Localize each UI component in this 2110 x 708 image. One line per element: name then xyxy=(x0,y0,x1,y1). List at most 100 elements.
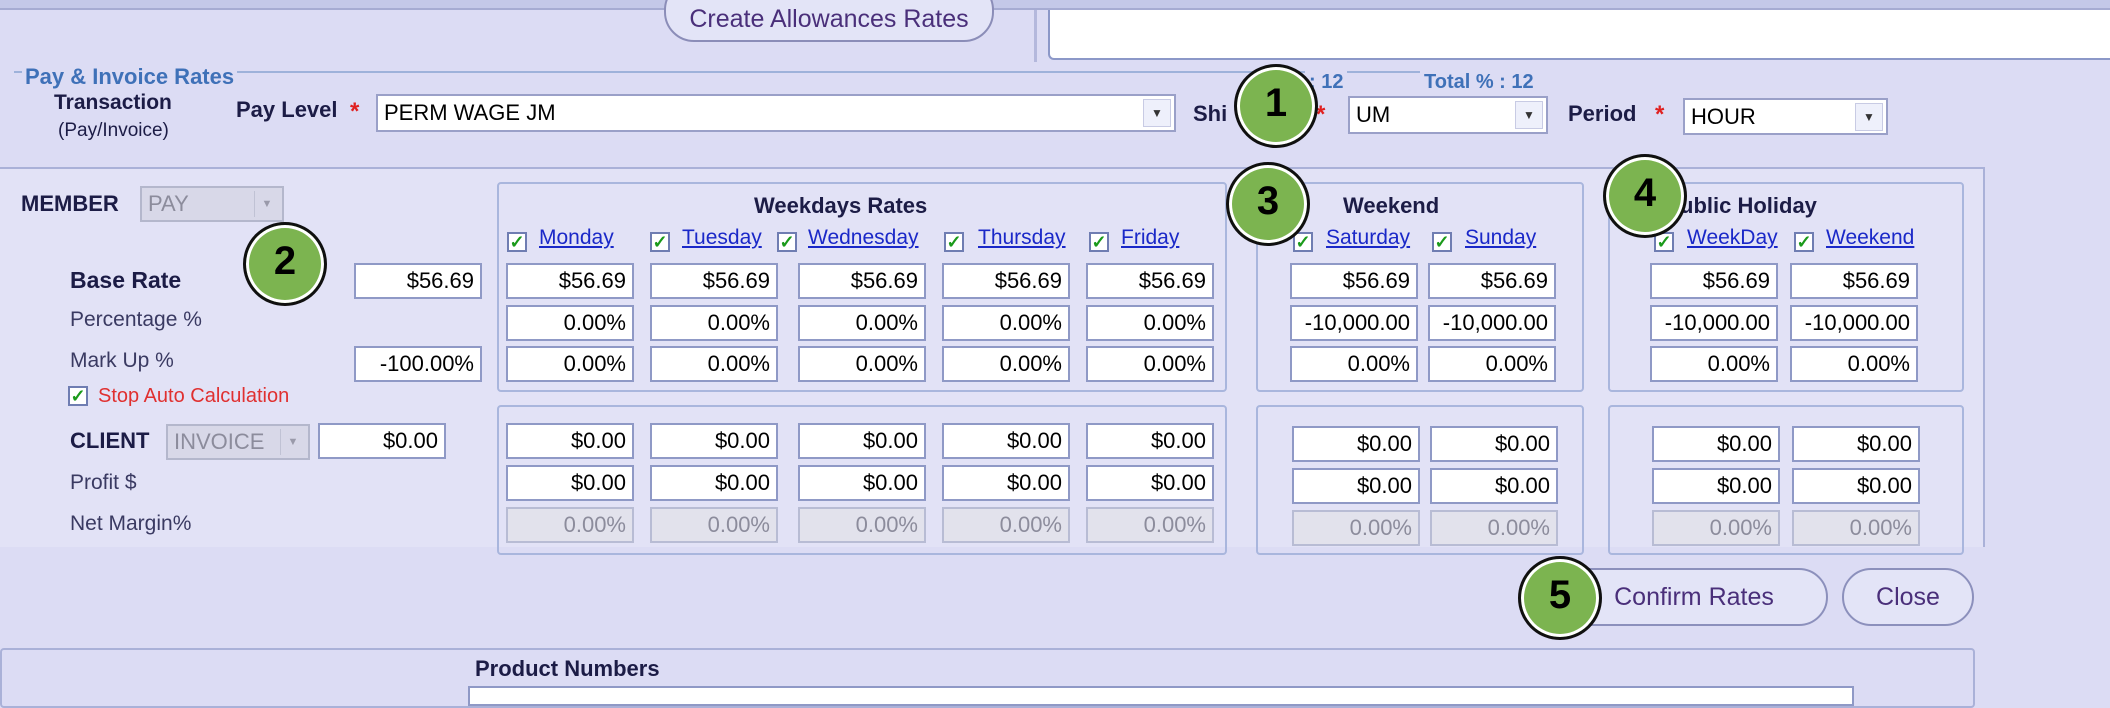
saturday-link[interactable]: Saturday xyxy=(1326,226,1410,250)
create-allowances-rates-button[interactable]: Create Allowances Rates xyxy=(664,0,994,42)
chevron-down-icon[interactable]: ▼ xyxy=(1143,99,1171,127)
weekday-percentage-input[interactable]: 0.00% xyxy=(1086,305,1214,341)
weekday-percentage-input[interactable]: 0.00% xyxy=(942,305,1070,341)
holiday-markup-input[interactable]: 0.00% xyxy=(1790,346,1918,382)
weekday-base-input[interactable]: $56.69 xyxy=(942,263,1070,299)
checkmark-icon: ✓ xyxy=(650,232,670,252)
weekend-profit-input[interactable]: $0.00 xyxy=(1292,468,1420,504)
shift-label: Shi xyxy=(1193,101,1228,126)
weekday-base-input[interactable]: $56.69 xyxy=(1086,263,1214,299)
weekday-profit-input[interactable]: $0.00 xyxy=(798,465,926,501)
sunday-link[interactable]: Sunday xyxy=(1465,226,1536,250)
checkmark-icon: ✓ xyxy=(68,386,88,406)
wednesday-checkbox[interactable]: ✓ xyxy=(777,232,797,252)
callout-4: 4 xyxy=(1603,154,1687,238)
weekend-margin-field: 0.00% xyxy=(1292,510,1420,546)
weekday-base-input[interactable]: $56.69 xyxy=(506,263,634,299)
tuesday-link[interactable]: Tuesday xyxy=(682,226,762,250)
weekend-percentage-input[interactable]: -10,000.00 xyxy=(1290,305,1418,341)
thursday-link[interactable]: Thursday xyxy=(978,226,1066,250)
holiday-client-input[interactable]: $0.00 xyxy=(1792,426,1920,462)
weekday-margin-field: 0.00% xyxy=(650,507,778,543)
weekday-markup-input[interactable]: 0.00% xyxy=(942,346,1070,382)
required-marker: * xyxy=(350,98,360,125)
stop-auto-calculation-checkbox[interactable]: ✓ xyxy=(68,386,88,406)
holiday-base-input[interactable]: $56.69 xyxy=(1650,263,1778,299)
weekday-profit-input[interactable]: $0.00 xyxy=(650,465,778,501)
close-button[interactable]: Close xyxy=(1842,568,1974,626)
weekend-markup-input[interactable]: 0.00% xyxy=(1428,346,1556,382)
stop-auto-calculation-label: Stop Auto Calculation xyxy=(98,385,290,407)
callout-2: 2 xyxy=(243,222,327,306)
weekday-markup-input[interactable]: 0.00% xyxy=(798,346,926,382)
checkmark-icon: ✓ xyxy=(1794,232,1814,252)
friday-link[interactable]: Friday xyxy=(1121,226,1179,250)
weekend-profit-input[interactable]: $0.00 xyxy=(1430,468,1558,504)
pay-level-select[interactable]: PERM WAGE JM ▼ xyxy=(376,94,1176,132)
weekend-percentage-input[interactable]: -10,000.00 xyxy=(1428,305,1556,341)
holiday-client-input[interactable]: $0.00 xyxy=(1652,426,1780,462)
period-select[interactable]: HOUR ▼ xyxy=(1683,98,1888,135)
markup-input[interactable]: -100.00% xyxy=(354,346,482,382)
wednesday-link[interactable]: Wednesday xyxy=(808,226,919,250)
weekday-markup-input[interactable]: 0.00% xyxy=(506,346,634,382)
weekday-profit-input[interactable]: $0.00 xyxy=(942,465,1070,501)
period-value: HOUR xyxy=(1691,104,1756,129)
shift-select[interactable]: UM ▼ xyxy=(1348,96,1548,134)
holiday-markup-input[interactable]: 0.00% xyxy=(1650,346,1778,382)
pay-invoice-rates-title: Pay & Invoice Rates xyxy=(22,64,238,90)
weekday-markup-input[interactable]: 0.00% xyxy=(1086,346,1214,382)
holiday-percentage-input[interactable]: -10,000.00 xyxy=(1650,305,1778,341)
client-type-value: INVOICE xyxy=(174,429,265,454)
holiday-weekend-checkbox[interactable]: ✓ xyxy=(1794,232,1814,252)
thursday-checkbox[interactable]: ✓ xyxy=(944,232,964,252)
product-numbers-input[interactable] xyxy=(468,686,1854,706)
weekday-client-input[interactable]: $0.00 xyxy=(798,423,926,459)
checkmark-icon: ✓ xyxy=(1432,232,1452,252)
weekday-percentage-input[interactable]: 0.00% xyxy=(506,305,634,341)
weekday-base-input[interactable]: $56.69 xyxy=(798,263,926,299)
pay-level-label: Pay Level xyxy=(236,97,338,122)
notes-textbox[interactable] xyxy=(1048,10,2110,60)
weekday-profit-input[interactable]: $0.00 xyxy=(506,465,634,501)
chevron-down-icon[interactable]: ▼ xyxy=(1855,103,1883,131)
weekday-client-input[interactable]: $0.00 xyxy=(650,423,778,459)
holiday-weekend-link[interactable]: Weekend xyxy=(1826,226,1914,250)
weekday-profit-input[interactable]: $0.00 xyxy=(1086,465,1214,501)
weekdays-rates-title: Weekdays Rates xyxy=(754,193,928,218)
weekend-markup-input[interactable]: 0.00% xyxy=(1290,346,1418,382)
monday-checkbox[interactable]: ✓ xyxy=(507,232,527,252)
weekday-client-input[interactable]: $0.00 xyxy=(942,423,1070,459)
base-rate-input[interactable]: $56.69 xyxy=(354,263,482,299)
holiday-percentage-input[interactable]: -10,000.00 xyxy=(1790,305,1918,341)
client-type-select: INVOICE ▼ xyxy=(166,424,310,460)
weekend-client-input[interactable]: $0.00 xyxy=(1292,426,1420,462)
friday-checkbox[interactable]: ✓ xyxy=(1089,232,1109,252)
holiday-profit-input[interactable]: $0.00 xyxy=(1652,468,1780,504)
tuesday-checkbox[interactable]: ✓ xyxy=(650,232,670,252)
member-type-value: PAY xyxy=(148,191,189,216)
weekend-base-input[interactable]: $56.69 xyxy=(1428,263,1556,299)
weekend-title: Weekend xyxy=(1343,193,1440,218)
weekend-client-input[interactable]: $0.00 xyxy=(1430,426,1558,462)
weekday-percentage-input[interactable]: 0.00% xyxy=(798,305,926,341)
monday-link[interactable]: Monday xyxy=(539,226,614,250)
weekday-base-input[interactable]: $56.69 xyxy=(650,263,778,299)
holiday-base-input[interactable]: $56.69 xyxy=(1790,263,1918,299)
net-margin-label: Net Margin% xyxy=(70,512,192,535)
transaction-label: Transaction xyxy=(54,91,172,114)
holiday-profit-input[interactable]: $0.00 xyxy=(1792,468,1920,504)
client-rate-input[interactable]: $0.00 xyxy=(318,423,446,459)
sunday-checkbox[interactable]: ✓ xyxy=(1432,232,1452,252)
weekday-client-input[interactable]: $0.00 xyxy=(506,423,634,459)
weekend-base-input[interactable]: $56.69 xyxy=(1290,263,1418,299)
checkmark-icon: ✓ xyxy=(507,232,527,252)
weekday-client-input[interactable]: $0.00 xyxy=(1086,423,1214,459)
weekday-percentage-input[interactable]: 0.00% xyxy=(650,305,778,341)
member-type-select: PAY ▼ xyxy=(140,186,284,222)
weekday-markup-input[interactable]: 0.00% xyxy=(650,346,778,382)
chevron-down-icon[interactable]: ▼ xyxy=(1515,101,1543,129)
holiday-weekday-link[interactable]: WeekDay xyxy=(1687,226,1778,250)
weekday-margin-field: 0.00% xyxy=(506,507,634,543)
public-holiday-title: ublic Holiday xyxy=(1680,193,1817,218)
